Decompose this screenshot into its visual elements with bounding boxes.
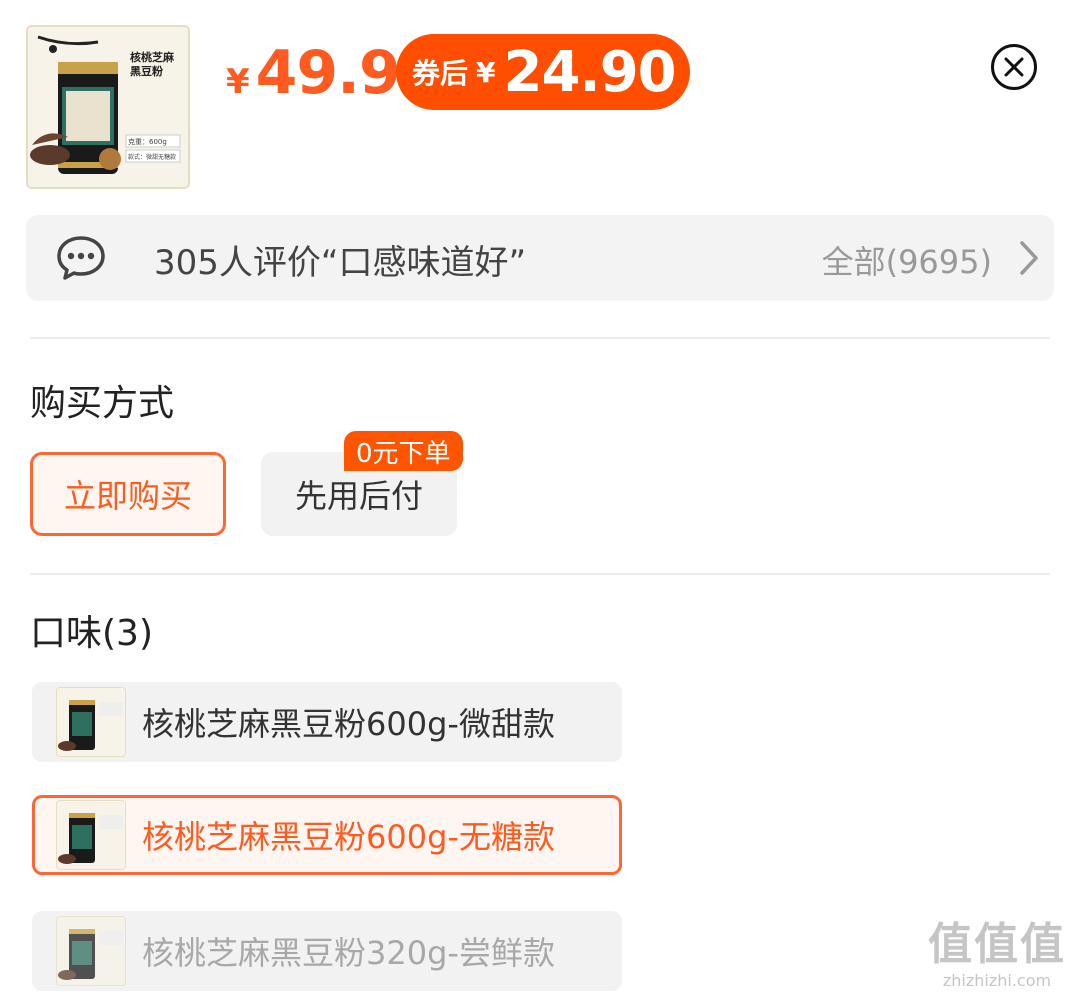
flavor-title: 口味(3) bbox=[30, 613, 153, 654]
pay-later-badge: 0元下单 bbox=[344, 431, 463, 471]
buy-now-option[interactable]: 立即购买 bbox=[30, 452, 226, 536]
section-divider bbox=[30, 573, 1050, 575]
flavor-option-sweet[interactable]: 核桃芝麻黑豆粉600g-微甜款 bbox=[32, 682, 622, 762]
thumb-title-line1: 核桃芝麻 bbox=[130, 50, 175, 64]
flavor-option-sugar-free[interactable]: 核桃芝麻黑豆粉600g-无糖款 bbox=[32, 795, 622, 875]
review-summary-bar[interactable]: 305人评价“口感味道好” 全部(9695) bbox=[26, 215, 1054, 301]
flavor-thumbnail bbox=[56, 687, 126, 757]
flavor-thumbnail bbox=[56, 916, 126, 986]
watermark-url: zhizhizhi.com bbox=[942, 971, 1052, 990]
currency-symbol: ¥ bbox=[226, 62, 250, 102]
flavor-option-label: 核桃芝麻黑豆粉600g-微甜款 bbox=[142, 705, 555, 743]
coupon-price-badge: 券后 ¥ 24.90 bbox=[396, 34, 690, 110]
all-reviews-link[interactable]: 全部(9695) bbox=[822, 237, 992, 283]
thumb-weight: 克重：600g bbox=[128, 138, 167, 146]
site-watermark: 值值值 zhizhizhi.com bbox=[922, 919, 1072, 991]
flavor-option-trial[interactable]: 核桃芝麻黑豆粉320g-尝鲜款 bbox=[32, 911, 622, 991]
chevron-right-icon bbox=[1020, 241, 1038, 275]
coupon-currency: ¥ bbox=[476, 55, 496, 89]
flavor-option-label: 核桃芝麻黑豆粉320g-尝鲜款 bbox=[142, 934, 555, 972]
close-button[interactable] bbox=[991, 44, 1037, 90]
product-image: 核桃芝麻 黑豆粉 克重：600g 款式：微甜无糖款 bbox=[28, 27, 188, 187]
thumb-flavor: 款式：微甜无糖款 bbox=[128, 153, 176, 161]
flavor-option-label: 核桃芝麻黑豆粉600g-无糖款 bbox=[142, 818, 555, 856]
thumb-title-line2: 黑豆粉 bbox=[130, 64, 163, 78]
original-price: ¥ 49.9 bbox=[226, 38, 401, 118]
original-price-value: 49.9 bbox=[255, 38, 401, 108]
flavor-thumbnail bbox=[56, 800, 126, 870]
close-icon bbox=[1004, 57, 1024, 77]
watermark-logo: 值值值 bbox=[928, 919, 1066, 970]
coupon-price-value: 24.90 bbox=[503, 39, 677, 105]
product-thumbnail[interactable]: 核桃芝麻 黑豆粉 克重：600g 款式：微甜无糖款 bbox=[26, 25, 190, 189]
section-divider bbox=[30, 337, 1050, 339]
chat-bubble-icon bbox=[57, 236, 105, 280]
coupon-label: 券后 bbox=[412, 57, 469, 90]
purchase-method-title: 购买方式 bbox=[30, 383, 175, 424]
sku-selection-panel: 核桃芝麻 黑豆粉 克重：600g 款式：微甜无糖款 ¥ 49.9 券后 ¥ 24… bbox=[0, 0, 1080, 998]
review-summary-text: 305人评价“口感味道好” bbox=[154, 243, 527, 283]
